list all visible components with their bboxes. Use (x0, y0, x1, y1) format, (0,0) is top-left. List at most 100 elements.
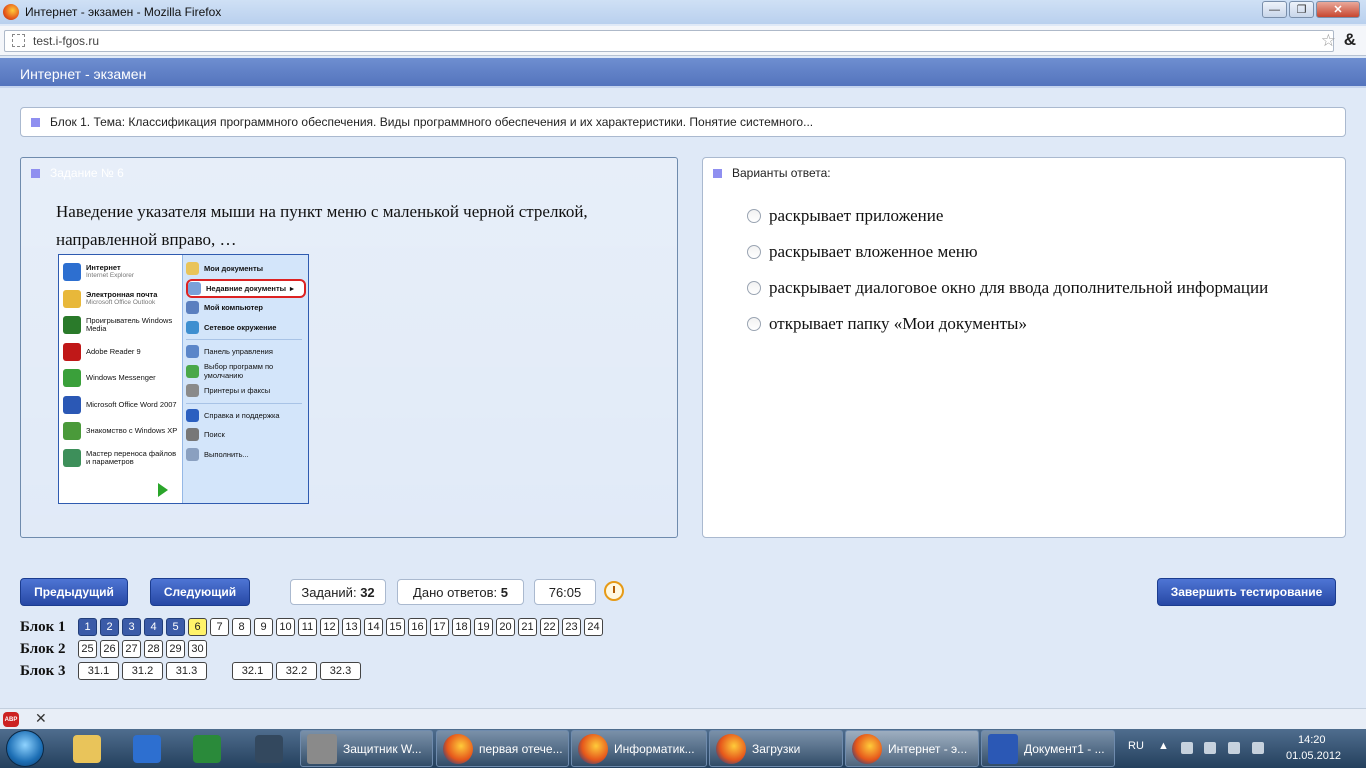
answer-option[interactable]: раскрывает диалоговое окно для ввода доп… (747, 270, 1268, 306)
start-menu-item: Windows Messenger (63, 365, 182, 392)
close-button[interactable]: ✕ (1316, 1, 1360, 18)
question-number-button[interactable]: 10 (276, 618, 295, 636)
alarm-clock-icon (604, 581, 624, 601)
question-number-button[interactable]: 26 (100, 640, 119, 658)
m-app-icon (255, 735, 283, 763)
start-menu-item-label: Интернет Internet Explorer (86, 264, 134, 280)
question-number-button[interactable]: 32.2 (276, 662, 317, 680)
taskbar-window-button[interactable]: Защитник W... (300, 730, 433, 767)
clock-date[interactable]: 01.05.2012 (1286, 750, 1341, 762)
task-heading-row: Задание № 6 (21, 166, 124, 180)
question-number-button[interactable]: 11 (298, 618, 317, 636)
firefox-icon (852, 733, 882, 764)
window-title: Интернет - экзамен - Mozilla Firefox (25, 5, 222, 19)
close-icon[interactable]: ✕ (35, 710, 47, 727)
answer-option[interactable]: открывает папку «Мои документы» (747, 306, 1268, 342)
question-number-button[interactable]: 8 (232, 618, 251, 636)
answer-option[interactable]: раскрывает вложенное меню (747, 234, 1268, 270)
start-menu-item-title: Электронная почта (86, 289, 158, 299)
question-number-button[interactable]: 18 (452, 618, 471, 636)
start-menu-item-title: Проигрыватель Windows Media (86, 316, 173, 334)
taskbar-window-button[interactable]: Документ1 - ... (981, 730, 1115, 767)
taskbar-window-button[interactable]: Загрузки (709, 730, 843, 767)
question-number-button[interactable]: 17 (430, 618, 449, 636)
taskbar-window-button[interactable]: первая отече... (436, 730, 569, 767)
clock-time[interactable]: 14:20 (1298, 734, 1326, 746)
start-button[interactable] (6, 730, 44, 767)
ie-icon (133, 735, 161, 763)
maximize-button[interactable]: ❐ (1289, 1, 1314, 18)
radio-button[interactable] (747, 245, 761, 259)
volume-muted-icon[interactable] (1252, 742, 1264, 754)
adblock-icon[interactable]: ABP (3, 712, 19, 727)
question-number-button[interactable]: 5 (166, 618, 185, 636)
question-number-button[interactable]: 13 (342, 618, 361, 636)
question-number-button[interactable]: 6 (188, 618, 207, 636)
start-menu-right-item: Мои документы (186, 259, 308, 279)
taskbar-window-button[interactable]: Интернет - э... (845, 730, 979, 767)
question-number-button[interactable]: 22 (540, 618, 559, 636)
pinned-app[interactable] (242, 732, 296, 766)
my-documents-icon (186, 262, 199, 276)
radio-button[interactable] (747, 317, 761, 331)
start-menu-item: Проигрыватель Windows Media (63, 312, 182, 339)
question-number-button[interactable]: 7 (210, 618, 229, 636)
question-number-button[interactable]: 19 (474, 618, 493, 636)
question-number-button[interactable]: 16 (408, 618, 427, 636)
question-number-button[interactable]: 21 (518, 618, 537, 636)
question-number-button[interactable]: 28 (144, 640, 163, 658)
question-number-button[interactable]: 31.2 (122, 662, 163, 680)
app-header: Интернет - экзамен (0, 58, 1366, 88)
question-number-button[interactable]: 12 (320, 618, 339, 636)
pinned-app[interactable] (180, 732, 234, 766)
start-menu-item: Мастер переноса файлов и параметров (63, 445, 182, 472)
question-number-button[interactable]: 15 (386, 618, 405, 636)
question-number-button[interactable]: 2 (100, 618, 119, 636)
pinned-app[interactable] (120, 732, 174, 766)
question-number-button[interactable]: 27 (122, 640, 141, 658)
question-number-button[interactable]: 29 (166, 640, 185, 658)
tasks-counter: Заданий: 32 (290, 579, 386, 605)
taskbar-window-label: Защитник W... (343, 741, 422, 756)
next-button[interactable]: Следующий (150, 578, 250, 606)
question-number-button[interactable]: 31.1 (78, 662, 119, 680)
question-number-button[interactable]: 30 (188, 640, 207, 658)
device-icon[interactable] (1204, 742, 1216, 754)
pinned-app[interactable] (60, 732, 114, 766)
menu-amp-icon[interactable]: & (1344, 30, 1356, 50)
answer-option[interactable]: раскрывает приложение (747, 198, 1268, 234)
question-number-button[interactable]: 9 (254, 618, 273, 636)
previous-button[interactable]: Предыдущий (20, 578, 128, 606)
taskbar-window-button[interactable]: Информатик... (571, 730, 707, 767)
question-number-button[interactable]: 23 (562, 618, 581, 636)
question-number-button[interactable]: 24 (584, 618, 603, 636)
question-number-button[interactable]: 14 (364, 618, 383, 636)
minimize-button[interactable]: — (1262, 1, 1287, 18)
url-text[interactable]: test.i-fgos.ru (33, 34, 99, 48)
finish-test-button[interactable]: Завершить тестирование (1157, 578, 1336, 606)
question-number-button[interactable]: 20 (496, 618, 515, 636)
question-number-button[interactable]: 4 (144, 618, 163, 636)
radio-button[interactable] (747, 209, 761, 223)
question-number-button[interactable]: 1 (78, 618, 97, 636)
question-number-button[interactable]: 32.1 (232, 662, 273, 680)
start-menu-right-item: Панель управления (186, 342, 308, 362)
action-center-flag-icon[interactable] (1181, 742, 1193, 754)
start-menu-right-item: Справка и поддержка (186, 406, 308, 426)
answers-panel: Варианты ответа: раскрывает приложение ра… (702, 157, 1346, 538)
radio-button[interactable] (747, 281, 761, 295)
question-number-button[interactable]: 32.3 (320, 662, 361, 680)
question-number-button[interactable]: 3 (122, 618, 141, 636)
language-indicator[interactable]: RU (1128, 740, 1144, 752)
answer-option-label: раскрывает вложенное меню (769, 242, 978, 261)
task-panel: Задание № 6 Наведение указателя мыши на … (20, 157, 678, 538)
start-menu-right-item-label: Недавние документы (206, 283, 287, 293)
question-number-button[interactable]: 25 (78, 640, 97, 658)
start-menu-image: Интернет Internet Explorer Электронная поч… (58, 254, 309, 504)
address-bar[interactable]: test.i-fgos.ru (4, 29, 1334, 52)
question-number-button[interactable]: 31.3 (166, 662, 207, 680)
network-icon[interactable] (1228, 742, 1240, 754)
bookmark-star-icon[interactable]: ☆ (1321, 31, 1336, 51)
site-identity-icon[interactable] (12, 34, 25, 47)
show-hidden-icons-icon[interactable]: ▲ (1158, 740, 1169, 752)
